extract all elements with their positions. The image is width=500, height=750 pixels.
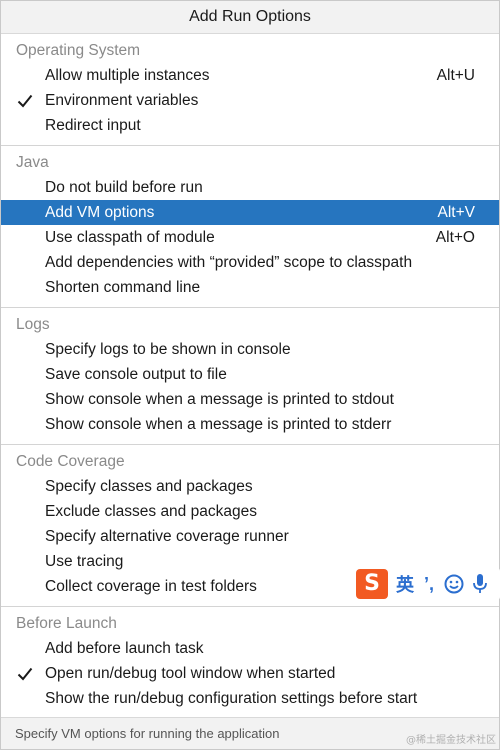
add-run-options-popup: Add Run Options Operating System Allow mu… (0, 0, 500, 750)
group-title: Logs (16, 316, 50, 333)
option-item[interactable]: Show the run/debug configuration setting… (1, 686, 499, 711)
option-label: Add before launch task (45, 640, 204, 657)
option-shortcut: Alt+O (435, 229, 475, 246)
option-item[interactable]: Allow multiple instances Alt+U (1, 63, 499, 88)
option-item[interactable]: Environment variables (1, 88, 499, 113)
watermark: @稀土掘金技术社区 (406, 735, 496, 746)
group-separator (1, 307, 499, 308)
option-label: Use classpath of module (45, 229, 215, 246)
option-label: Add VM options (45, 204, 155, 221)
check-icon (17, 661, 37, 686)
option-label: Show console when a message is printed t… (45, 416, 392, 433)
option-item[interactable]: Open run/debug tool window when started (1, 661, 499, 686)
group-separator (1, 444, 499, 445)
option-item[interactable]: Exclude classes and packages (1, 499, 499, 524)
option-label: Specify alternative coverage runner (45, 528, 289, 545)
microphone-icon[interactable] (472, 573, 488, 595)
group-title: Before Launch (16, 615, 117, 632)
option-item[interactable]: Add VM options Alt+V (1, 200, 499, 225)
option-label: Shorten command line (45, 279, 201, 296)
option-label: Redirect input (45, 117, 141, 134)
group-separator (1, 606, 499, 607)
option-item[interactable]: Redirect input (1, 113, 499, 138)
option-label: Show console when a message is printed t… (45, 391, 394, 408)
option-item[interactable]: Save console output to file (1, 362, 499, 387)
option-item[interactable]: Shorten command line (1, 275, 499, 300)
option-item[interactable]: Add before launch task (1, 636, 499, 661)
group-title: Operating System (16, 42, 141, 59)
ime-punctuation-toggle[interactable]: ’, (424, 574, 434, 595)
option-item[interactable]: Do not build before run (1, 175, 499, 200)
option-label: Use tracing (45, 553, 124, 570)
option-label: Allow multiple instances (45, 67, 210, 84)
ime-language-toggle[interactable]: 英 (396, 571, 414, 597)
option-label: Open run/debug tool window when started (45, 665, 336, 682)
option-label: Specify logs to be shown in console (45, 341, 291, 358)
option-label: Do not build before run (45, 179, 203, 196)
option-item[interactable]: Specify alternative coverage runner (1, 524, 499, 549)
popup-title: Add Run Options (1, 1, 499, 34)
option-item[interactable]: Add dependencies with “provided” scope t… (1, 250, 499, 275)
option-item[interactable]: Specify logs to be shown in console (1, 337, 499, 362)
ime-logo-icon[interactable]: S (356, 569, 388, 599)
check-icon (17, 88, 37, 113)
ime-toolbar[interactable]: S 英 ’, (356, 568, 500, 600)
option-label: Exclude classes and packages (45, 503, 257, 520)
options-list: Operating System Allow multiple instances… (1, 34, 499, 711)
option-item[interactable]: Show console when a message is printed t… (1, 387, 499, 412)
option-shortcut: Alt+U (436, 67, 475, 84)
option-shortcut: Alt+V (437, 204, 475, 221)
option-label: Add dependencies with “provided” scope t… (45, 254, 413, 271)
option-item[interactable]: Show console when a message is printed t… (1, 412, 499, 437)
group-title: Java (16, 154, 49, 171)
option-label: Show the run/debug configuration setting… (45, 690, 418, 707)
option-label: Save console output to file (45, 366, 227, 383)
option-item[interactable]: Specify classes and packages (1, 474, 499, 499)
option-item[interactable]: Use classpath of module Alt+O (1, 225, 499, 250)
option-label: Environment variables (45, 92, 199, 109)
group-title: Code Coverage (16, 453, 125, 470)
option-label: Collect coverage in test folders (45, 578, 257, 595)
smile-icon[interactable] (444, 574, 464, 594)
group-separator (1, 145, 499, 146)
option-label: Specify classes and packages (45, 478, 253, 495)
